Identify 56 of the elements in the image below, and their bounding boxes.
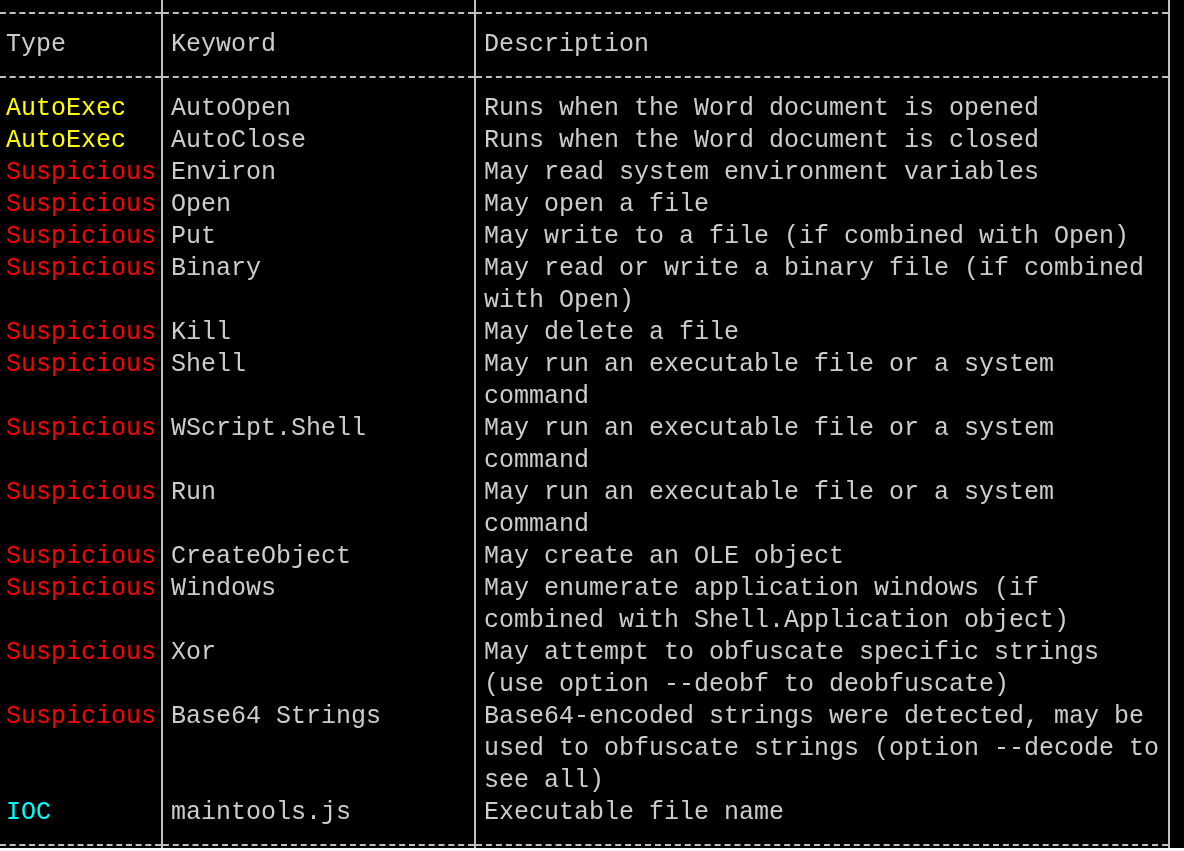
keyword-cell: AutoOpen [171, 94, 292, 123]
type-cell: Suspicious [6, 158, 157, 187]
type-cell: Suspicious [6, 222, 157, 251]
description-cell: Runs when the Word document is opened [484, 93, 1040, 125]
keyword-cell: Base64 Strings [171, 702, 382, 731]
column-header: Type [6, 30, 66, 59]
keyword-cell: CreateObject [171, 542, 352, 571]
description-cell: used to obfuscate strings (option --decode to [484, 733, 1160, 765]
type-cell: AutoExec [6, 94, 127, 123]
type-cell: Suspicious [6, 318, 157, 347]
type-cell: Suspicious [6, 254, 157, 283]
keyword-cell: Binary [171, 254, 261, 283]
description-cell: see all) [484, 765, 605, 797]
description-cell: May enumerate application windows (if [484, 573, 1040, 605]
type-cell: Suspicious [6, 414, 157, 443]
type-cell: Suspicious [6, 638, 157, 667]
description-cell: May run an executable file or a system [484, 477, 1055, 509]
description-cell: May create an OLE object [484, 541, 845, 573]
description-cell: with Open) [484, 285, 635, 317]
keyword-cell: AutoClose [171, 126, 307, 155]
type-cell: Suspicious [6, 702, 157, 731]
keyword-cell: Put [171, 222, 216, 251]
type-cell: AutoExec [6, 126, 127, 155]
description-cell: May attempt to obfuscate specific strings [484, 637, 1100, 669]
description-cell: May delete a file [484, 317, 740, 349]
keyword-cell: Run [171, 478, 216, 507]
description-cell: Runs when the Word document is closed [484, 125, 1040, 157]
description-cell: Executable file name [484, 797, 785, 829]
description-cell: Base64-encoded strings were detected, may be [484, 701, 1145, 733]
description-cell: (use option --deobf to deobfuscate) [484, 669, 1010, 701]
keyword-cell: Environ [171, 158, 277, 187]
type-cell: Suspicious [6, 478, 157, 507]
description-cell: command [484, 445, 590, 477]
description-cell: May write to a file (if combined with Open) [484, 221, 1130, 253]
keyword-cell: Windows [171, 574, 277, 603]
keyword-cell: Kill [171, 318, 231, 347]
description-cell: combined with Shell.Application object) [484, 605, 1070, 637]
description-cell: May open a file [484, 189, 710, 221]
type-cell: Suspicious [6, 350, 157, 379]
column-header: Keyword [171, 30, 277, 59]
keyword-cell: Xor [171, 638, 216, 667]
column-header: Description [484, 30, 650, 59]
type-cell: Suspicious [6, 542, 157, 571]
keyword-cell: Shell [171, 350, 246, 379]
keyword-cell: WScript.Shell [171, 414, 367, 443]
keyword-cell: maintools.js [171, 798, 352, 827]
keyword-cell: Open [171, 190, 231, 219]
type-cell: Suspicious [6, 574, 157, 603]
description-cell: May read system environment variables [484, 157, 1040, 189]
type-cell: IOC [6, 798, 51, 827]
type-cell: Suspicious [6, 190, 157, 219]
description-cell: May read or write a binary file (if combined [484, 253, 1145, 285]
description-cell: May run an executable file or a system [484, 349, 1055, 381]
description-cell: command [484, 509, 590, 541]
description-cell: May run an executable file or a system [484, 413, 1055, 445]
description-cell: command [484, 381, 590, 413]
